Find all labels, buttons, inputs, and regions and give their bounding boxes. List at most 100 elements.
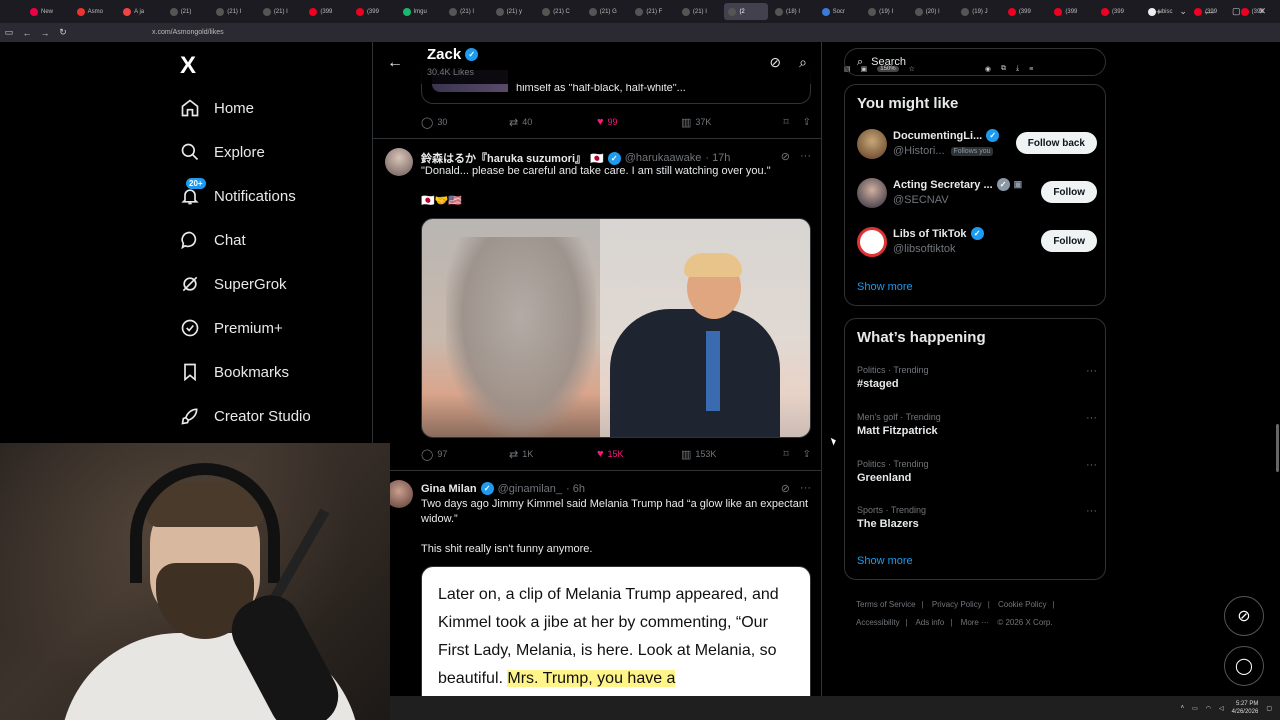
footer-link[interactable]: More ···	[961, 618, 989, 627]
browser-tab[interactable]: (19) I	[864, 3, 908, 20]
maximize-icon[interactable]: ▢	[1232, 6, 1241, 17]
browser-tab[interactable]: (21) G	[585, 3, 629, 20]
suggestion-name[interactable]: DocumentingLi...	[893, 130, 982, 142]
new-tab-icon[interactable]: +	[1156, 7, 1161, 17]
author-handle[interactable]: @harukaawake	[625, 152, 702, 164]
show-more-link[interactable]: Show more	[857, 281, 913, 293]
more-icon[interactable]: ···	[1086, 412, 1097, 424]
header-search-icon[interactable]: ⌕	[799, 54, 807, 71]
show-more-link[interactable]: Show more	[857, 555, 913, 567]
sidebar-toggle-icon[interactable]: ▭	[0, 27, 18, 38]
tweet[interactable]: 鈴森はるか『haruka suzumori』 🇯🇵 ✓ @harukaawake…	[373, 138, 821, 470]
browser-tab[interactable]: (21) y	[492, 3, 536, 20]
follow-button[interactable]: Follow	[1041, 181, 1097, 203]
network-icon[interactable]: ▭	[1192, 705, 1198, 712]
browser-tab[interactable]: (21) I	[259, 3, 303, 20]
more-icon[interactable]: ···	[800, 482, 811, 495]
nav-explore[interactable]: Explore	[180, 142, 265, 162]
minimize-icon[interactable]: —	[1205, 7, 1214, 17]
bookmark-action-icon[interactable]: ⌑	[783, 117, 788, 128]
browser-tab[interactable]: (2	[724, 3, 768, 20]
browser-tab[interactable]: (21) I	[445, 3, 489, 20]
nav-chat[interactable]: Chat	[180, 230, 246, 250]
wifi-icon[interactable]: ◠	[1206, 705, 1211, 712]
grok-fab[interactable]: ⊘	[1224, 596, 1264, 636]
footer-link[interactable]: Cookie Policy	[998, 600, 1046, 609]
browser-tab[interactable]: (18) I	[771, 3, 815, 20]
follow-back-button[interactable]: Follow back	[1015, 132, 1097, 154]
forward-icon[interactable]: →	[36, 28, 54, 38]
author-handle[interactable]: @ginamilan_	[498, 483, 562, 495]
suggestion-name[interactable]: Libs of TikTok	[893, 228, 967, 240]
like-button[interactable]: ♥ 15K	[597, 448, 681, 460]
nav-notifications[interactable]: 20+ Notifications	[180, 178, 296, 206]
url-field[interactable]: x.com/Asmongold/likes	[152, 29, 224, 36]
grok-icon[interactable]: ⊘	[781, 482, 790, 495]
more-icon[interactable]: ···	[1086, 459, 1097, 471]
nav-home[interactable]: Home	[180, 98, 254, 118]
avatar[interactable]	[857, 129, 887, 159]
browser-tab[interactable]: (20) I	[911, 3, 955, 20]
tweet-time[interactable]: · 6h	[566, 483, 585, 495]
browser-tab[interactable]: Asmo	[73, 3, 117, 20]
footer-link[interactable]: Terms of Service	[856, 600, 916, 609]
browser-tab[interactable]: (21) C	[538, 3, 582, 20]
browser-tab[interactable]: (21) F	[631, 3, 675, 20]
avatar[interactable]	[857, 178, 887, 208]
close-icon[interactable]: ✕	[1258, 6, 1266, 17]
browser-tab[interactable]: (399	[1097, 3, 1141, 20]
more-icon[interactable]: ···	[800, 150, 811, 163]
reply-button[interactable]: ◯ 97	[421, 448, 509, 461]
back-icon[interactable]: ←	[18, 28, 36, 38]
trend-item[interactable]: Men's golf · Trending Matt Fitzpatrick ·…	[857, 412, 1097, 437]
more-icon[interactable]: ···	[1086, 505, 1097, 517]
trend-item[interactable]: Sports · Trending The Blazers ···	[857, 505, 1097, 530]
avatar[interactable]	[857, 227, 887, 257]
views-button[interactable]: ▥ 153K	[681, 448, 775, 461]
scrollbar[interactable]	[1276, 424, 1279, 472]
nav-supergrok[interactable]: SuperGrok	[180, 274, 287, 294]
search-input[interactable]: ⌕ Search	[844, 48, 1106, 76]
browser-tab[interactable]: A ja	[119, 3, 163, 20]
trend-item[interactable]: Politics · Trending Greenland ···	[857, 459, 1097, 484]
follow-suggestion[interactable]: Acting Secretary ... ✓ ▣ @SECNAV Follow	[857, 176, 1097, 212]
follow-button[interactable]: Follow	[1041, 230, 1097, 252]
volume-icon[interactable]: ◁	[1219, 705, 1224, 712]
like-button[interactable]: ♥ 99	[597, 116, 681, 128]
tweet-image[interactable]	[421, 218, 811, 438]
browser-tab[interactable]: (21) I	[678, 3, 722, 20]
follow-suggestion[interactable]: Libs of TikTok ✓ @libsoftiktok Follow	[857, 225, 1097, 261]
tab-list-icon[interactable]: ⌄	[1179, 6, 1187, 17]
tray-chevron-icon[interactable]: ˄	[1181, 705, 1185, 711]
follow-suggestion[interactable]: DocumentingLi... ✓ @Histori... Follows you…	[857, 127, 1097, 163]
notification-center-icon[interactable]: ▢	[1266, 705, 1272, 712]
grok-icon[interactable]: ⊘	[781, 150, 790, 163]
retweet-button[interactable]: ⇄ 1K	[509, 448, 597, 461]
share-icon[interactable]: ⇪	[803, 449, 811, 460]
retweet-button[interactable]: ⇄ 40	[509, 116, 597, 129]
more-icon[interactable]: ···	[1086, 365, 1097, 377]
browser-tab[interactable]: (399	[352, 3, 396, 20]
views-button[interactable]: ▥ 37K	[681, 116, 775, 129]
browser-tab[interactable]: (21)	[166, 3, 210, 20]
browser-tab[interactable]: (399	[1050, 3, 1094, 20]
messages-fab[interactable]: ◯	[1224, 646, 1264, 686]
back-arrow-icon[interactable]: ←	[387, 54, 403, 72]
nav-creator-studio[interactable]: Creator Studio	[180, 406, 311, 426]
clock[interactable]: 5:27 PM 4/26/2026	[1232, 700, 1259, 716]
x-logo[interactable]: X	[180, 52, 196, 80]
reload-icon[interactable]: ↻	[54, 27, 72, 38]
browser-tab[interactable]: Imgu	[399, 3, 443, 20]
browser-tab[interactable]: (399	[1004, 3, 1048, 20]
browser-tab[interactable]: (399	[305, 3, 349, 20]
share-icon[interactable]: ⇪	[803, 117, 811, 128]
bookmark-action-icon[interactable]: ⌑	[783, 449, 788, 460]
trend-item[interactable]: Politics · Trending #staged ···	[857, 365, 1097, 390]
tweet-time[interactable]: · 17h	[705, 152, 730, 164]
browser-tab[interactable]: New	[26, 3, 70, 20]
browser-tab[interactable]: (21) I	[212, 3, 256, 20]
footer-link[interactable]: Privacy Policy	[932, 600, 982, 609]
grok-analyze-icon[interactable]: ⊘	[769, 54, 781, 71]
footer-link[interactable]: Ads info	[915, 618, 944, 627]
nav-bookmarks[interactable]: Bookmarks	[180, 362, 289, 382]
